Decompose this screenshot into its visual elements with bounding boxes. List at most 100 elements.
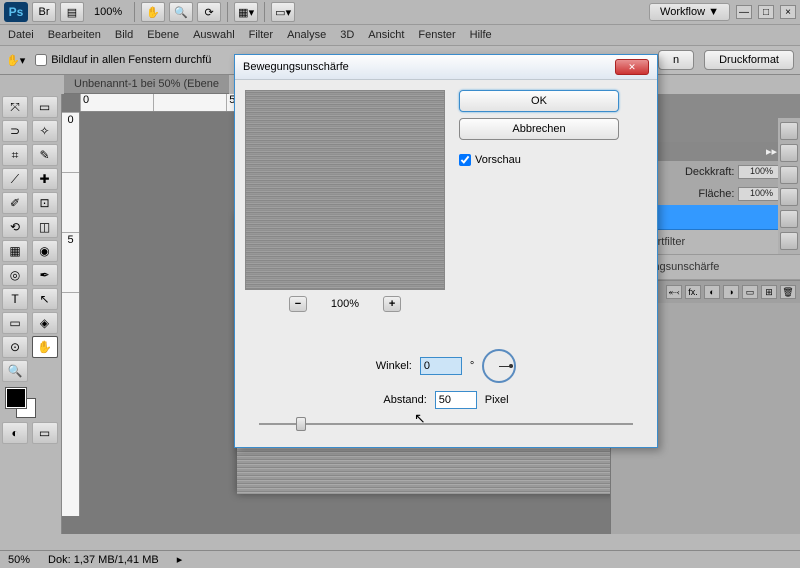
menu-filter[interactable]: Filter [249, 29, 273, 41]
marquee-tool[interactable]: ▭ [32, 96, 58, 118]
move-tool[interactable]: ⤧ [2, 96, 28, 118]
n-button[interactable]: n [658, 50, 694, 70]
new-layer-icon[interactable]: ⊞ [761, 285, 777, 299]
menu-ansicht[interactable]: Ansicht [368, 29, 404, 41]
gradient-tool[interactable]: ▦ [2, 240, 28, 262]
strip-icon-4[interactable] [780, 188, 798, 206]
menubar: Datei Bearbeiten Bild Ebene Auswahl Filt… [0, 25, 800, 46]
dialog-close-button[interactable]: ✕ [615, 59, 649, 75]
ruler-vertical: 05 [62, 112, 80, 516]
dialog-title: Bewegungsunschärfe [243, 61, 349, 73]
icon-strip [778, 118, 800, 254]
menu-ebene[interactable]: Ebene [147, 29, 179, 41]
zoom-out-button[interactable]: − [289, 296, 307, 312]
menu-fenster[interactable]: Fenster [418, 29, 455, 41]
zoom-icon[interactable]: 🔍 [169, 2, 193, 22]
zoom-level[interactable]: 100% [88, 6, 128, 18]
app-toolbar: Ps Br ▤ 100% ✋ 🔍 ⟳ ▦▾ ▭▾ Workflow ▼ — □ … [0, 0, 800, 25]
preview-checkbox[interactable]: Vorschau [459, 154, 619, 166]
arrange-icon[interactable]: ▦▾ [234, 2, 258, 22]
eyedrop-tool[interactable]: ⟋ [2, 168, 28, 190]
shape-tool[interactable]: ▭ [2, 312, 28, 334]
path-tool[interactable]: ↖ [32, 288, 58, 310]
stamp-tool[interactable]: ⊡ [32, 192, 58, 214]
fx-icon[interactable]: fx. [685, 285, 701, 299]
app-logo: Ps [4, 2, 28, 22]
group-icon[interactable]: ▭ [742, 285, 758, 299]
blur-tool[interactable]: ◉ [32, 240, 58, 262]
degree-label: ° [470, 360, 474, 372]
status-doksize: Dok: 1,37 MB/1,41 MB [48, 554, 159, 566]
quickmask-tool[interactable]: ◐ [2, 422, 28, 444]
hand-icon[interactable]: ✋ [141, 2, 165, 22]
motion-blur-dialog: Bewegungsunschärfe ✕ − 100% + OK Abbrech… [234, 54, 658, 448]
type-tool[interactable]: T [2, 288, 28, 310]
flaeche-label: Fläche: [698, 188, 734, 200]
eraser-tool[interactable]: ◫ [32, 216, 58, 238]
winkel-input[interactable] [420, 357, 462, 375]
slice-tool[interactable]: ✎ [32, 144, 58, 166]
tool-palette: ⤧▭ ⊃✧ ⌗✎ ⟋✚ ✐⊡ ⟲◫ ▦◉ ◎✒ T↖ ▭◈ ⊙✋ 🔍 ◐▭ [0, 94, 62, 534]
minimize-icon[interactable]: — [736, 5, 752, 19]
history-tool[interactable]: ⟲ [2, 216, 28, 238]
ok-button[interactable]: OK [459, 90, 619, 112]
status-bar: 50% Dok: 1,37 MB/1,41 MB ▸ [0, 550, 800, 568]
brush-tool[interactable]: ✐ [2, 192, 28, 214]
preview-zoom: 100% [331, 298, 359, 310]
menu-auswahl[interactable]: Auswahl [193, 29, 235, 41]
close-icon[interactable]: × [780, 5, 796, 19]
screen-tool[interactable]: ▭ [32, 422, 58, 444]
trash-icon[interactable]: 🗑 [780, 285, 796, 299]
pixel-label: Pixel [485, 394, 509, 406]
bridge-button[interactable]: Br [32, 2, 56, 22]
abstand-input[interactable] [435, 391, 477, 409]
3d-cam-tool[interactable]: ⊙ [2, 336, 28, 358]
hand-tool[interactable]: ✋ [32, 336, 58, 358]
screenmode-icon[interactable]: ▭▾ [271, 2, 295, 22]
menu-hilfe[interactable]: Hilfe [470, 29, 492, 41]
film-button[interactable]: ▤ [60, 2, 84, 22]
strip-icon-3[interactable] [780, 166, 798, 184]
rotate-icon[interactable]: ⟳ [197, 2, 221, 22]
heal-tool[interactable]: ✚ [32, 168, 58, 190]
zoom-tool[interactable]: 🔍 [2, 360, 28, 382]
strip-icon-2[interactable] [780, 144, 798, 162]
link-icon[interactable]: ⬷ [666, 285, 682, 299]
abstand-label: Abstand: [383, 394, 426, 406]
cancel-button[interactable]: Abbrechen [459, 118, 619, 140]
status-zoom[interactable]: 50% [8, 554, 30, 566]
scroll-all-checkbox[interactable]: Bildlauf in allen Fenstern durchfü [35, 54, 211, 66]
color-swatch[interactable] [2, 388, 59, 420]
deckkraft-label: Deckkraft: [685, 166, 735, 178]
tool-preset-icon[interactable]: ✋▾ [6, 54, 25, 67]
adjust-icon[interactable]: ◑ [723, 285, 739, 299]
restore-icon[interactable]: □ [758, 5, 774, 19]
slider-thumb[interactable] [296, 417, 306, 431]
menu-bild[interactable]: Bild [115, 29, 133, 41]
crop-tool[interactable]: ⌗ [2, 144, 28, 166]
dodge-tool[interactable]: ◎ [2, 264, 28, 286]
angle-dial[interactable] [482, 349, 516, 383]
filter-preview[interactable] [245, 90, 445, 290]
pen-tool[interactable]: ✒ [32, 264, 58, 286]
wand-tool[interactable]: ✧ [32, 120, 58, 142]
lasso-tool[interactable]: ⊃ [2, 120, 28, 142]
document-tab[interactable]: Unbenannt-1 bei 50% (Ebene [64, 75, 229, 94]
menu-bearbeiten[interactable]: Bearbeiten [48, 29, 101, 41]
scroll-all-label: Bildlauf in allen Fenstern durchfü [51, 54, 211, 66]
menu-analyse[interactable]: Analyse [287, 29, 326, 41]
abstand-slider[interactable] [249, 417, 643, 431]
dialog-titlebar[interactable]: Bewegungsunschärfe ✕ [235, 55, 657, 80]
strip-icon-5[interactable] [780, 210, 798, 228]
strip-icon-6[interactable] [780, 232, 798, 250]
zoom-in-button[interactable]: + [383, 296, 401, 312]
winkel-label: Winkel: [376, 360, 412, 372]
workspace-button[interactable]: Workflow ▼ [649, 3, 730, 21]
menu-3d[interactable]: 3D [340, 29, 354, 41]
druckformat-button[interactable]: Druckformat [704, 50, 794, 70]
preview-label: Vorschau [475, 154, 521, 166]
3d-tool[interactable]: ◈ [32, 312, 58, 334]
menu-datei[interactable]: Datei [8, 29, 34, 41]
strip-icon-1[interactable] [780, 122, 798, 140]
mask-icon[interactable]: ◐ [704, 285, 720, 299]
